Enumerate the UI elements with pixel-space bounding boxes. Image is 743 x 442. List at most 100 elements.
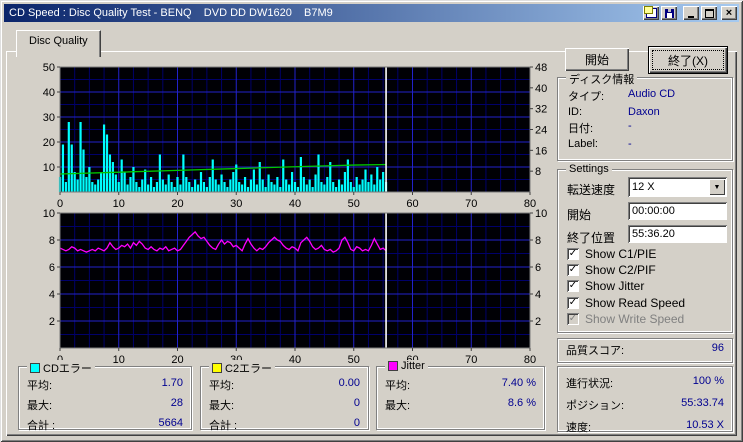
stat-row: 平均: 7.40 % <box>377 375 544 395</box>
svg-text:20: 20 <box>171 354 183 366</box>
checkbox-label: Show Read Speed <box>585 295 686 310</box>
maximize-button[interactable] <box>701 6 717 20</box>
stat-group-1: CDエラー平均: 1.70 最大: 28 合計 : 5664 <box>18 360 192 432</box>
speed-label: 転送速度 <box>567 183 616 197</box>
quality-score-panel: 品質スコア: 96 <box>557 338 733 363</box>
exit-button[interactable]: 終了(X) <box>648 46 728 74</box>
check-icon: ✓ <box>568 263 578 275</box>
close-button[interactable]: × <box>721 6 737 20</box>
svg-text:10: 10 <box>43 208 55 220</box>
svg-text:40: 40 <box>289 354 301 366</box>
checkbox[interactable]: ✓ <box>567 279 579 292</box>
maximize-icon <box>704 8 714 18</box>
disc-info-group: ディスク情報 タイプ: Audio CD ID: Daxon 日付: - Label: - <box>557 71 733 161</box>
stat-group-title: CDエラー <box>27 360 95 376</box>
report-button[interactable] <box>643 6 659 20</box>
chevron-down-icon: ▼ <box>713 183 721 191</box>
svg-text:40: 40 <box>43 87 55 99</box>
stat-label: 平均: <box>209 380 235 392</box>
minimize-button[interactable] <box>683 6 699 20</box>
save-icon <box>664 8 674 18</box>
pages-icon <box>643 6 657 18</box>
svg-text:4: 4 <box>49 289 55 301</box>
progress-value: 100 % <box>692 375 724 387</box>
svg-text:24: 24 <box>535 125 547 137</box>
svg-text:50: 50 <box>43 62 55 74</box>
minimize-icon <box>688 15 694 18</box>
svg-text:10: 10 <box>535 208 547 220</box>
stat-row: 最大: 0 <box>201 395 368 415</box>
checkbox-label: Show C1/PIE <box>585 246 657 261</box>
stat-row: 最大: 28 <box>19 395 191 415</box>
progress-value: 55:33.74 <box>681 397 724 409</box>
progress-label: 進行状況: <box>566 378 614 390</box>
disc-info-label: ID: <box>568 106 583 118</box>
stat-row: 平均: 1.70 <box>19 375 191 395</box>
svg-text:8: 8 <box>535 235 541 247</box>
svg-text:40: 40 <box>535 83 547 95</box>
checkbox-row-show-c1-pie[interactable]: ✓ Show C1/PIE <box>567 246 657 261</box>
checkbox-row-show-write-speed[interactable]: ✓ Show Write Speed <box>567 312 684 326</box>
stat-label: 合計 : <box>27 420 56 432</box>
legend-color-chip <box>30 363 40 373</box>
stat-row: 合計 : 0 <box>201 415 368 435</box>
progress-label: ポジション: <box>566 400 625 412</box>
disc-info-label: 日付: <box>568 123 594 135</box>
start-pos-input[interactable]: 00:00:00 <box>628 202 727 220</box>
stat-group-title-text: C2エラー <box>225 363 273 375</box>
svg-text:30: 30 <box>43 112 55 124</box>
svg-text:80: 80 <box>524 354 536 366</box>
svg-text:10: 10 <box>43 162 55 174</box>
check-icon: ✓ <box>568 279 578 291</box>
speed-combobox[interactable]: 12 X ▼ <box>628 177 727 197</box>
title-bar[interactable]: CD Speed : Disc Quality Test - BENQ DVD … <box>4 4 739 22</box>
legend-color-chip <box>388 361 398 371</box>
stat-value: 8.6 % <box>507 397 536 409</box>
disc-info-title: ディスク情報 <box>569 74 635 86</box>
disc-info-value: - <box>628 120 632 132</box>
stat-group-2: C2エラー 平均: 0.00 最大: 0 合計 : 0 <box>200 360 369 432</box>
svg-text:32: 32 <box>535 104 547 116</box>
stat-row: 合計 : 5664 <box>19 415 191 435</box>
check-icon: ✓ <box>568 296 578 308</box>
stat-label: 最大: <box>209 400 235 412</box>
svg-text:16: 16 <box>535 145 547 157</box>
progress-row: 進行状況: 100 % <box>558 372 732 394</box>
legend-color-chip <box>212 363 222 373</box>
checkbox[interactable]: ✓ <box>567 263 579 276</box>
svg-text:50: 50 <box>348 354 360 366</box>
progress-row: ポジション: 55:33.74 <box>558 394 732 416</box>
checkbox[interactable]: ✓ <box>567 312 579 325</box>
disc-info-row: ID: Daxon <box>558 105 732 119</box>
stat-value: 0 <box>353 417 360 429</box>
checkbox-row-show-read-speed[interactable]: ✓ Show Read Speed <box>567 295 686 310</box>
jitter-chart: 24681024681001020304050607080 <box>28 206 558 381</box>
check-icon: ✓ <box>568 312 578 324</box>
stat-group-title-text: CDエラー <box>43 363 92 375</box>
c1-read-speed-chart: 10 20 30 40 50 8 16 24 32 40 48 0 10 20 30 40 50 60 70 80 <box>28 60 558 215</box>
progress-row: 速度: 10.53 X <box>558 416 732 438</box>
checkbox-label: Show Jitter <box>585 278 645 293</box>
tab-disc-quality[interactable]: Disc Quality <box>16 30 101 57</box>
stat-value: 1.70 <box>161 377 183 389</box>
stat-group-3: Jitter 平均: 7.40 % 最大: 8.6 % <box>376 360 545 430</box>
stat-label: 平均: <box>385 380 411 392</box>
stat-value: 28 <box>170 397 183 409</box>
start-button[interactable]: 開始 <box>565 48 629 71</box>
end-pos-input[interactable]: 55:36.20 <box>628 225 727 243</box>
svg-text:48: 48 <box>535 62 547 74</box>
dropdown-button[interactable]: ▼ <box>709 179 725 195</box>
save-button[interactable] <box>661 6 677 20</box>
checkbox-row-show-jitter[interactable]: ✓ Show Jitter <box>567 278 645 293</box>
disc-info-row: タイプ: Audio CD <box>558 87 732 105</box>
svg-text:6: 6 <box>49 262 55 274</box>
start-pos-label: 開始 <box>567 208 592 222</box>
stat-label: 平均: <box>27 380 53 392</box>
checkbox-row-show-c2-pif[interactable]: ✓ Show C2/PIF <box>567 263 656 277</box>
quality-score-label: 品質スコア: <box>566 345 625 357</box>
window-title: CD Speed : Disc Quality Test - BENQ DVD … <box>9 7 333 19</box>
stat-value: 0.00 <box>338 377 360 389</box>
stat-label: 合計 : <box>209 420 238 432</box>
checkbox[interactable]: ✓ <box>567 296 579 309</box>
checkbox[interactable]: ✓ <box>567 247 579 260</box>
